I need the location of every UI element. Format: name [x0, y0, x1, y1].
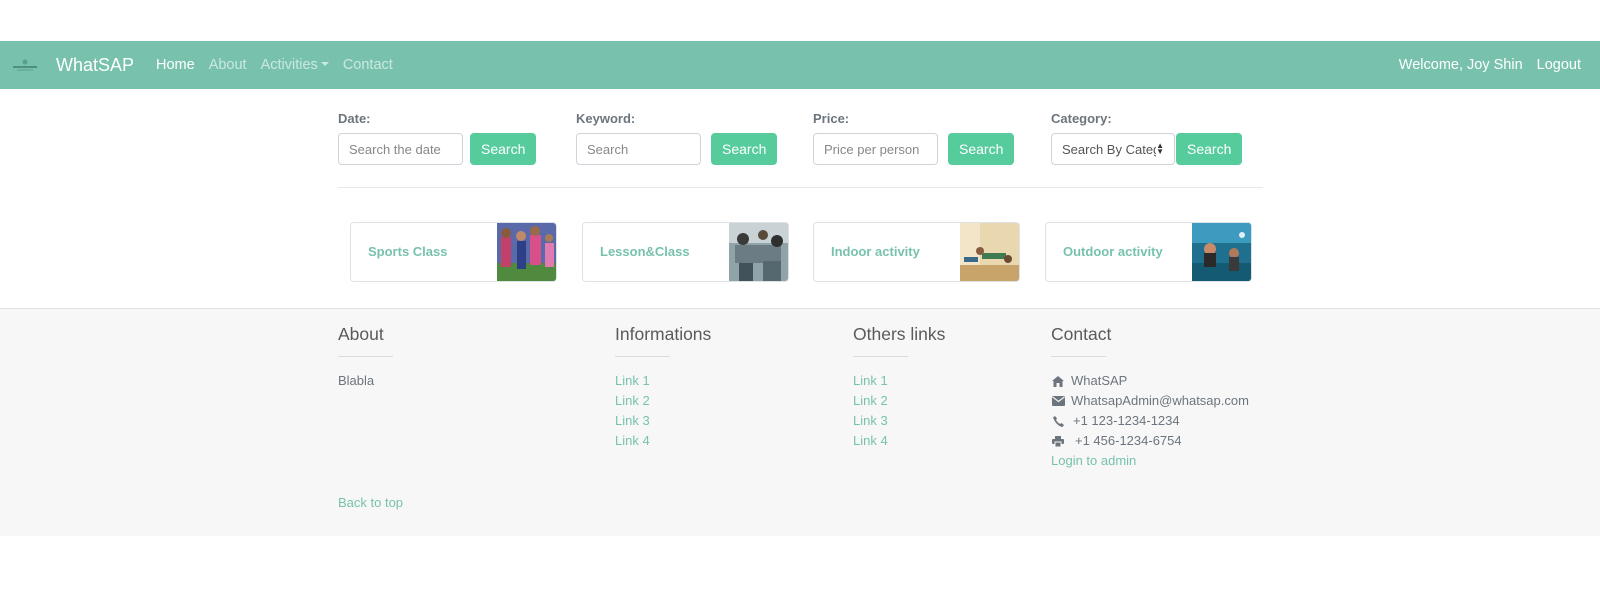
category-card-title: Outdoor activity [1063, 244, 1163, 259]
category-search-group: Category: Search By Category ▲▼ Search [1051, 111, 1243, 165]
lesson-class-photo [729, 223, 788, 281]
category-search-button[interactable]: Search [1176, 133, 1243, 165]
nav-contact-link[interactable]: Contact [343, 57, 393, 73]
category-card-sports[interactable]: Sports Class [350, 222, 557, 282]
sports-class-photo [497, 223, 556, 281]
footer-other-link-3[interactable]: Link 3 [853, 411, 945, 431]
contact-name-row: WhatSAP [1051, 371, 1249, 391]
footer-contact-column: Contact WhatSAP WhatsapAdmin@whatsap.com… [1051, 319, 1249, 471]
outdoor-activity-photo [1192, 223, 1251, 281]
footer-informations-heading: Informations [615, 324, 712, 344]
contact-fax: +1 456-1234-6754 [1075, 433, 1182, 448]
footer-heading-rule [1051, 356, 1106, 357]
footer-info-link-3[interactable]: Link 3 [615, 411, 711, 431]
footer-heading-rule [615, 356, 670, 357]
footer-heading-rule [338, 356, 393, 357]
print-icon [1051, 434, 1065, 448]
footer-about-heading: About [338, 324, 384, 344]
footer-others-heading: Others links [853, 324, 946, 344]
category-card-lesson[interactable]: Lesson&Class [582, 222, 789, 282]
price-search-group: Price: Search [813, 111, 1015, 165]
nav-activities-dropdown[interactable]: Activities [261, 57, 329, 73]
category-label: Category: [1051, 111, 1112, 126]
date-label: Date: [338, 111, 371, 126]
whatsap-logo-icon[interactable] [11, 53, 39, 77]
footer-heading-rule [853, 356, 908, 357]
contact-name: WhatSAP [1071, 373, 1128, 388]
contact-email: WhatsapAdmin@whatsap.com [1071, 393, 1249, 408]
keyword-search-button[interactable]: Search [711, 133, 778, 165]
welcome-user-link[interactable]: Welcome, Joy Shin [1399, 57, 1523, 73]
caret-down-icon [320, 62, 329, 66]
top-navbar: WhatSAP Home About Activities Contact We… [0, 41, 1600, 89]
category-select-value: Search By Category [1062, 141, 1156, 157]
category-card-outdoor[interactable]: Outdoor activity [1045, 222, 1252, 282]
price-search-input[interactable] [813, 133, 938, 165]
date-search-input[interactable] [338, 133, 463, 165]
footer-about-text: Blabla [338, 373, 375, 388]
contact-fax-row: +1 456-1234-6754 [1051, 431, 1249, 451]
indoor-activity-photo [960, 223, 1019, 281]
user-menu: Welcome, Joy Shin Logout [1385, 41, 1581, 89]
nav-about-link[interactable]: About [209, 57, 247, 73]
nav-home-link[interactable]: Home [156, 57, 195, 73]
footer-others-column: Others links Link 1 Link 2 Link 3 Link 4 [853, 319, 945, 451]
envelope-icon [1051, 394, 1065, 408]
footer-info-link-4[interactable]: Link 4 [615, 431, 711, 451]
section-divider [338, 187, 1263, 188]
category-card-title: Sports Class [368, 244, 448, 259]
date-search-button[interactable]: Search [470, 133, 537, 165]
logout-link[interactable]: Logout [1537, 57, 1581, 73]
date-search-group: Date: Search [338, 111, 537, 165]
keyword-label: Keyword: [576, 111, 636, 126]
select-arrows-icon: ▲ ▼ [1156, 141, 1164, 156]
footer-contact-heading: Contact [1051, 324, 1112, 344]
price-label: Price: [813, 111, 850, 126]
back-to-top-link[interactable]: Back to top [338, 495, 403, 510]
category-card-indoor[interactable]: Indoor activity [813, 222, 1020, 282]
contact-phone: +1 123-1234-1234 [1073, 413, 1180, 428]
site-footer: About Blabla Informations Link 1 Link 2 … [0, 308, 1600, 536]
keyword-search-group: Keyword: Search [576, 111, 778, 165]
category-card-title: Indoor activity [831, 244, 920, 259]
footer-other-link-1[interactable]: Link 1 [853, 371, 945, 391]
brand-link[interactable]: WhatSAP [56, 41, 134, 89]
nav-menu: Home About Activities Contact [156, 41, 407, 89]
footer-info-link-1[interactable]: Link 1 [615, 371, 711, 391]
contact-phone-row: +1 123-1234-1234 [1051, 411, 1249, 431]
footer-info-link-2[interactable]: Link 2 [615, 391, 711, 411]
login-to-admin-link[interactable]: Login to admin [1051, 451, 1249, 471]
footer-about-column: About Blabla [338, 319, 393, 391]
category-card-title: Lesson&Class [600, 244, 690, 259]
keyword-search-input[interactable] [576, 133, 701, 165]
footer-other-link-2[interactable]: Link 2 [853, 391, 945, 411]
nav-activities-label: Activities [260, 57, 318, 73]
home-icon [1051, 374, 1065, 388]
contact-email-row: WhatsapAdmin@whatsap.com [1051, 391, 1249, 411]
category-select[interactable]: Search By Category ▲▼ [1051, 133, 1175, 165]
price-search-button[interactable]: Search [948, 133, 1015, 165]
footer-other-link-4[interactable]: Link 4 [853, 431, 945, 451]
footer-informations-column: Informations Link 1 Link 2 Link 3 Link 4 [615, 319, 711, 451]
phone-icon [1051, 414, 1065, 428]
